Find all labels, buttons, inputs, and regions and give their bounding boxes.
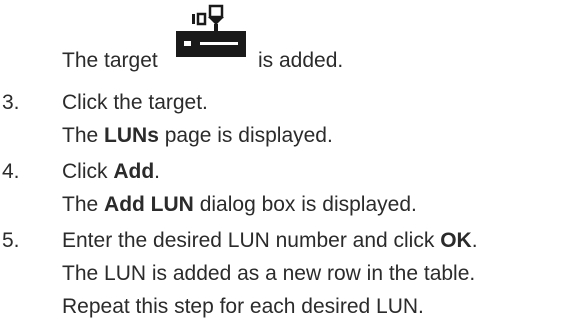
step-action: Click the target. [62,91,208,114]
target-added-line: The target [62,48,158,74]
step-result-prefix: The [62,193,105,216]
add-lun-dialog-name: Add LUN [104,193,194,216]
step-number: 5. [2,229,20,252]
step-3-result: The LUNs page is displayed. [62,123,333,149]
step-result-prefix: The [62,124,105,147]
lun-page-name: LUNs [104,124,159,147]
step-action: Click Add. [62,159,160,185]
step-5-note: Repeat this step for each desired LUN. [62,294,424,320]
step-number: 4. [2,160,20,183]
step-action-prefix: Click [62,160,114,183]
step-action-suffix: . [154,160,161,183]
target-added-suffix-line: is added. [258,48,343,74]
step-result-suffix: page is displayed. [158,124,333,147]
step-action-prefix: Enter the desired LUN number and click [62,229,441,252]
target-added-suffix: is added. [258,49,344,72]
step-note: Repeat this step for each desired LUN. [62,295,424,318]
step-action: Enter the desired LUN number and click O… [62,228,478,254]
add-button-name: Add [113,160,155,183]
step-5-result: The LUN is added as a new row in the tab… [62,261,475,287]
storage-target-icon [174,2,248,62]
storage-target-icon-graphic [176,4,246,57]
step-result: The LUN is added as a new row in the tab… [62,262,476,285]
step-action-suffix: . [471,229,478,252]
step-result-suffix: dialog box is displayed. [193,193,417,216]
target-added-prefix: The target [62,49,158,72]
ok-button-name: OK [440,229,472,252]
step-4-result: The Add LUN dialog box is displayed. [62,192,417,218]
step-number: 3. [2,91,20,114]
